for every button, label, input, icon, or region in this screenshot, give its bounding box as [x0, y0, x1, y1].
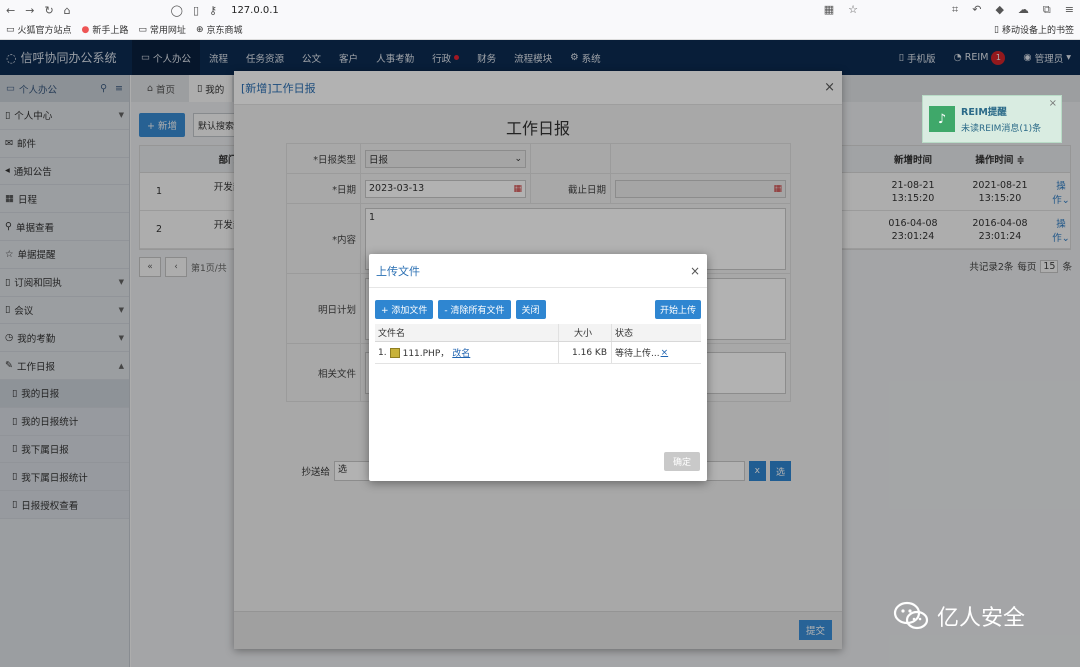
reim-notification[interactable]: ♪ REIM提醒 未读REIM消息(1)条 × [922, 95, 1062, 143]
rename-link[interactable]: 改名 [452, 346, 470, 359]
add-file-button[interactable]: + 添加文件 [375, 300, 434, 319]
browser-toolbar: ← → ↻ ⌂ ◯ ▯ ⚷ 127.0.0.1 ▦ ☆ ⌗ ↶ ◆ ☁ ⧉ ≡ [0, 0, 1080, 20]
file-status: 等待上传... [615, 349, 660, 359]
toast-title: REIM提醒 [961, 107, 1007, 118]
bookmark-item[interactable]: ⊕ 京东商城 [195, 23, 243, 37]
puzzle-icon[interactable]: ⧉ [1043, 3, 1051, 17]
close-icon[interactable]: × [1049, 98, 1057, 109]
table-header: 文件名 大小 状态 [375, 324, 701, 342]
column-status: 状态 [615, 329, 634, 339]
key-icon: ⚷ [209, 3, 218, 17]
bookmark-item[interactable]: ● 新手上路 [81, 23, 129, 37]
phone-icon: ▯ [994, 24, 999, 35]
file-name: 111.PHP， [402, 349, 450, 359]
shield-icon[interactable]: ◯ [171, 4, 183, 17]
back-icon[interactable]: ← [6, 4, 15, 17]
clear-files-button[interactable]: - 清除所有文件 [438, 300, 511, 319]
url-bar[interactable]: 127.0.0.1 [231, 5, 279, 16]
extension-icon[interactable]: ⌗ [952, 3, 958, 17]
folder-icon: ▭ [138, 24, 147, 35]
column-filename: 文件名 [375, 324, 559, 341]
remove-file-icon[interactable]: × [661, 348, 669, 358]
menu-icon[interactable]: ≡ [1065, 3, 1074, 17]
wechat-icon [893, 600, 929, 632]
table-row: 1. 111.PHP， 改名 1.16 KB 等待上传... × [375, 342, 701, 364]
close-icon[interactable]: × [690, 264, 700, 278]
bookmarks-bar: ▭ 火狐官方站点 ● 新手上路 ▭ 常用网址 ⊕ 京东商城 ▯ 移动设备上的书签 [0, 20, 1080, 40]
addon-icon[interactable]: ◆ [995, 3, 1003, 17]
star-icon[interactable]: ☆ [848, 3, 858, 17]
mobile-bookmarks[interactable]: ▯ 移动设备上的书签 [994, 23, 1074, 37]
page-icon: ▯ [192, 3, 200, 17]
toast-message: 未读REIM消息(1)条 [961, 124, 1042, 134]
upload-dialog: 上传文件 × + 添加文件 - 清除所有文件 关闭 开始上传 文件名 大小 状态… [369, 254, 707, 481]
globe-icon: ⊕ [195, 24, 204, 35]
forward-icon[interactable]: → [25, 4, 34, 17]
bell-icon: ♪ [929, 106, 955, 132]
folder-icon: ▭ [6, 24, 15, 35]
cloud-icon[interactable]: ☁ [1018, 3, 1029, 17]
undo-icon[interactable]: ↶ [972, 3, 981, 17]
home-icon[interactable]: ⌂ [64, 4, 71, 17]
column-size: 大小 [559, 324, 612, 341]
bookmark-item[interactable]: ▭ 火狐官方站点 [6, 23, 72, 37]
firefox-icon: ● [81, 24, 90, 35]
upload-title: 上传文件 [376, 264, 420, 278]
watermark: 亿人安全 [893, 600, 1025, 632]
qr-icon[interactable]: ▦ [824, 3, 834, 17]
file-size: 1.16 KB [559, 342, 612, 363]
close-button[interactable]: 关闭 [515, 300, 546, 319]
confirm-button[interactable]: 确定 [663, 452, 700, 471]
bookmark-item[interactable]: ▭ 常用网址 [138, 23, 186, 37]
watermark-text: 亿人安全 [937, 606, 1026, 631]
reload-icon[interactable]: ↻ [44, 4, 53, 17]
start-upload-button[interactable]: 开始上传 [654, 300, 701, 319]
file-icon [389, 347, 400, 358]
upload-file-table: 文件名 大小 状态 1. 111.PHP， 改名 1.16 KB 等待上传...… [375, 324, 701, 364]
upload-header: 上传文件 × [369, 254, 707, 288]
